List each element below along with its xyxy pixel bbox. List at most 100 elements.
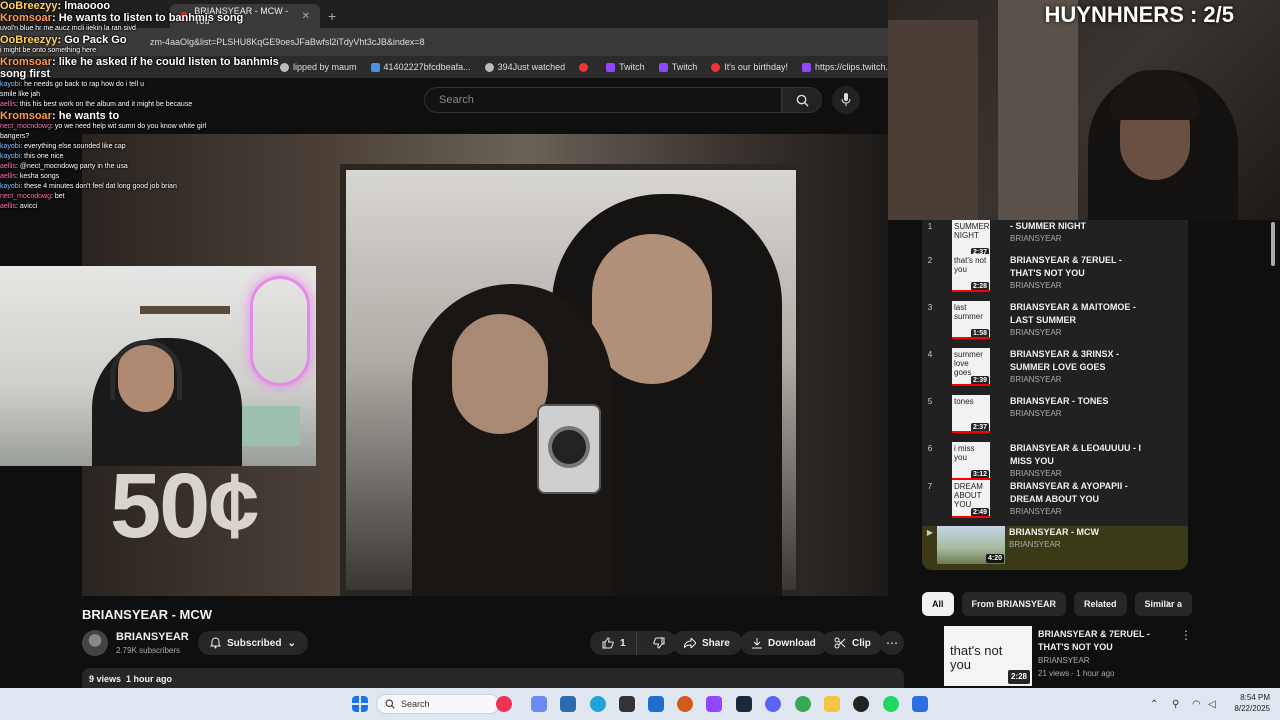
copilot-icon[interactable] <box>531 696 547 712</box>
playlist-thumbnail[interactable]: last summer 1:58 <box>952 301 990 339</box>
bell-icon <box>210 637 221 649</box>
filter-chip[interactable]: Related <box>1074 592 1127 616</box>
video-camera-lens <box>548 426 590 468</box>
discord-icon[interactable] <box>765 696 781 712</box>
chevron-up-icon[interactable]: ⌃ <box>1150 699 1158 710</box>
scrollbar[interactable] <box>1271 222 1275 266</box>
volume-icon[interactable]: ◁ <box>1208 699 1216 710</box>
playlist-item[interactable]: 2 that's not you 2:28 BRIANSYEAR & 7ERUEL -… <box>922 254 1188 300</box>
playlist-panel: 1 SUMMER NIGHT 2:37- SUMMER NIGHT BRIANSYEA… <box>922 220 1188 570</box>
filter-chip[interactable]: All <box>922 592 954 616</box>
address-bar[interactable]: zm-4aaOlg&list=PLSHU8KqGE9oesJFaBwfsl2iT… <box>0 28 888 56</box>
playlist-title[interactable]: BRIANSYEAR & 7ERUEL - THAT'S NOT YOU <box>1010 254 1150 280</box>
spotify-icon[interactable] <box>883 696 899 712</box>
chat-username: aellis <box>0 203 16 210</box>
app-icon-x[interactable] <box>619 696 635 712</box>
recommended-thumbnail[interactable]: that's not you 2:28 <box>944 626 1032 686</box>
thumbnail-text: last summer <box>954 303 983 321</box>
playlist-thumbnail[interactable]: SUMMER NIGHT 2:37 <box>952 220 990 258</box>
playlist-thumbnail[interactable]: 4:20 <box>937 526 1005 564</box>
bookmark-item[interactable] <box>579 62 592 72</box>
youtube-icon <box>180 11 189 21</box>
playlist-thumbnail[interactable]: tones 2:37 <box>952 395 990 433</box>
playlist-item[interactable]: ▶ 4:20 BRIANSYEAR - MCW BRIANSYEAR <box>922 526 1188 570</box>
blue-icon <box>370 62 380 72</box>
edge-icon[interactable] <box>590 696 606 712</box>
tab-active[interactable]: BRIANSYEAR - MCW - You ✕ <box>170 4 320 28</box>
bookmark-item[interactable]: Twitch <box>606 62 645 72</box>
playlist-title[interactable]: BRIANSYEAR - MCW <box>1009 526 1149 539</box>
chrome-icon[interactable] <box>795 696 811 712</box>
channel-name[interactable]: BRIANSYEAR <box>116 631 189 643</box>
bookmark-item[interactable]: 41402227bfcdbeafa... <box>370 62 471 72</box>
avatar[interactable] <box>82 630 108 656</box>
search-input[interactable]: Search <box>424 87 782 113</box>
playlist-title[interactable]: - SUMMER NIGHT <box>1010 220 1150 233</box>
playlist-item[interactable]: 3 last summer 1:58 BRIANSYEAR & MAITOMOE - … <box>922 301 1188 347</box>
app-icon-last[interactable] <box>912 696 928 712</box>
playlist-title[interactable]: BRIANSYEAR & 3RINSX - SUMMER LOVE GOES <box>1010 348 1150 374</box>
thumbs-up-icon <box>602 637 614 649</box>
usb-icon[interactable]: ⚲ <box>1172 699 1179 710</box>
bookmark-item[interactable]: https://clips.twitch.t... <box>801 62 888 72</box>
bookmark-item[interactable]: Twitch <box>658 62 697 72</box>
playlist-title[interactable]: BRIANSYEAR & LEO4UUUU - I MISS YOU <box>1010 442 1150 468</box>
playlist-thumbnail[interactable]: i miss you 3:12 <box>952 442 990 480</box>
playlist-title[interactable]: BRIANSYEAR - TONES <box>1010 395 1150 408</box>
clip-button[interactable]: Clip <box>822 631 883 655</box>
new-tab-button[interactable]: + <box>320 8 344 28</box>
download-button[interactable]: Download <box>740 631 828 655</box>
like-dislike-group: 1 <box>590 631 677 655</box>
store-icon[interactable] <box>560 696 576 712</box>
share-label: Share <box>702 637 730 649</box>
playlist-thumbnail[interactable]: that's not you 2:28 <box>952 254 990 292</box>
playlist-item[interactable]: 5 tones 2:37 BRIANSYEAR - TONES BRIANSYEAR <box>922 395 1188 441</box>
twitch-icon[interactable] <box>706 696 722 712</box>
wifi-icon[interactable]: ◠ <box>1192 699 1201 710</box>
playlist-item[interactable]: 4 summer love goes 2:39 BRIANSYEAR & 3RINSX… <box>922 348 1188 394</box>
app-icon-1[interactable] <box>496 696 512 712</box>
thumbnail-text: i miss you <box>954 444 975 462</box>
playlist-info: BRIANSYEAR & MAITOMOE - LAST SUMMER BRIAN… <box>1010 301 1150 347</box>
filter-chips: All From BRIANSYEAR Related Similar a <box>922 592 1193 616</box>
playlist-thumbnail[interactable]: DREAM ABOUT YOU 2:49 <box>952 480 990 518</box>
subscribed-button[interactable]: Subscribed ⌄ <box>198 631 308 655</box>
playlist-thumbnail[interactable]: summer love goes 2:39 <box>952 348 990 386</box>
like-button[interactable]: 1 <box>590 631 637 655</box>
more-actions-button[interactable]: ⋯ <box>880 631 904 655</box>
outlook-icon[interactable] <box>648 696 664 712</box>
more-vertical-icon[interactable]: ⋮ <box>1180 628 1192 642</box>
watched-progress-bar <box>952 516 990 518</box>
windows-start-icon[interactable] <box>352 696 368 712</box>
filter-chip[interactable]: Similar a <box>1134 592 1193 616</box>
search-button[interactable] <box>782 87 822 113</box>
close-tab-icon[interactable]: ✕ <box>302 11 310 22</box>
search-icon <box>796 94 809 107</box>
bookmark-item[interactable]: lipped by maum <box>280 62 357 72</box>
clock[interactable]: 8:54 PM 8/22/2025 <box>1222 692 1270 714</box>
filter-chip[interactable]: From BRIANSYEAR <box>961 592 1067 616</box>
chevron-right-icon[interactable]: › <box>1166 596 1170 610</box>
playlist-item[interactable]: 7 DREAM ABOUT YOU 2:49 BRIANSYEAR & AYOPAPI… <box>922 480 1188 526</box>
recommended-video[interactable]: that's not you 2:28 BRIANSYEAR & 7ERUEL … <box>944 626 1194 688</box>
recommended-title[interactable]: BRIANSYEAR & 7ERUEL - THAT'S NOT YOU <box>1038 628 1168 654</box>
voice-search-button[interactable] <box>832 86 860 114</box>
playlist-artist: BRIANSYEAR <box>1009 540 1061 549</box>
tab-inactive[interactable] <box>0 4 170 28</box>
obs-icon[interactable] <box>853 696 869 712</box>
recommended-channel[interactable]: BRIANSYEAR <box>1038 656 1090 665</box>
playlist-title[interactable]: BRIANSYEAR & AYOPAPII - DREAM ABOUT YOU <box>1010 480 1150 506</box>
wall-shelf <box>140 306 230 314</box>
bookmark-item[interactable]: It's our birthday! <box>711 62 788 72</box>
taskbar-search[interactable]: Search <box>376 694 500 714</box>
description-box[interactable]: 9 views 1 hour ago <box>82 668 904 690</box>
playlist-title[interactable]: BRIANSYEAR & MAITOMOE - LAST SUMMER <box>1010 301 1150 327</box>
file-explorer-icon[interactable] <box>824 696 840 712</box>
steam-icon[interactable] <box>736 696 752 712</box>
chat-text: bangers? <box>0 133 30 140</box>
playlist-index: 3 <box>927 303 933 312</box>
firefox-icon[interactable] <box>677 696 693 712</box>
youtube-icon <box>579 62 589 72</box>
bookmark-item[interactable]: 394Just watched <box>484 62 565 72</box>
share-button[interactable]: Share <box>672 631 742 655</box>
